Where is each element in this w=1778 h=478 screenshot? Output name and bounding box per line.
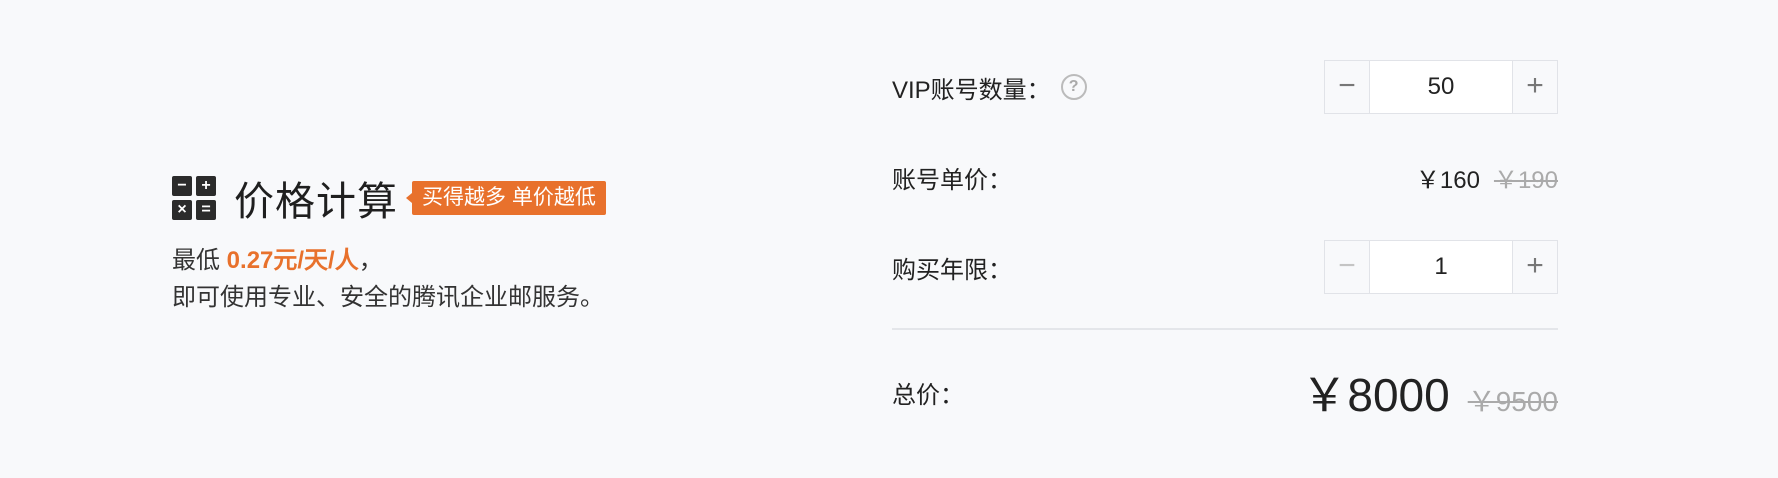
unit-price-original: ￥190 <box>1493 166 1558 194</box>
price-calculator: VIP账号数量： ? − + 账号单价： ￥160 ￥190 购买年限： − +… <box>892 60 1558 422</box>
vip-count-input[interactable] <box>1369 61 1513 113</box>
lowest-price-highlight: 0.27元/天/人 <box>226 247 359 274</box>
promo-header: − + × = 价格计算 买得越多 单价越低 <box>172 172 732 224</box>
help-icon[interactable]: ? <box>1060 74 1087 100</box>
promo-description: 最低 0.27元/天/人， 即可使用专业、安全的腾讯企业邮服务。 <box>172 242 732 316</box>
desc-suffix: ， <box>358 247 383 274</box>
vip-count-label: VIP账号数量： <box>892 76 1051 104</box>
total-price-values: ￥8000 ￥9500 <box>1301 359 1558 425</box>
vip-count-decrement-button[interactable]: − <box>1325 61 1369 113</box>
page-title: 价格计算 <box>234 180 398 224</box>
vip-count-row: VIP账号数量： ? − + <box>892 60 1558 114</box>
calculator-icon: − + × = <box>172 176 216 220</box>
calculator-equals-cell: = <box>196 200 216 220</box>
vip-count-increment-button[interactable]: + <box>1513 61 1557 113</box>
calculator-plus-cell: + <box>196 176 216 196</box>
calculator-minus-cell: − <box>172 176 192 196</box>
total-price-original: ￥9500 <box>1467 386 1558 417</box>
calculator-multiply-cell: × <box>172 200 192 220</box>
vip-count-label-wrap: VIP账号数量： ? <box>892 70 1087 105</box>
discount-tag: 买得越多 单价越低 <box>406 181 606 215</box>
years-stepper: − + <box>1324 240 1558 294</box>
years-label: 购买年限： <box>892 256 1012 284</box>
divider <box>892 328 1558 330</box>
total-label: 总价： <box>892 381 964 409</box>
years-decrement-button[interactable]: − <box>1325 241 1369 293</box>
years-row: 购买年限： − + <box>892 240 1558 294</box>
vip-count-stepper: − + <box>1324 60 1558 114</box>
unit-price-current: ￥160 <box>1415 166 1480 194</box>
unit-price-label: 账号单价： <box>892 166 1012 194</box>
price-promo: − + × = 价格计算 买得越多 单价越低 最低 0.27元/天/人， 即可使… <box>172 172 732 316</box>
total-price-current: ￥8000 <box>1301 369 1450 421</box>
years-increment-button[interactable]: + <box>1513 241 1557 293</box>
unit-price-values: ￥160 ￥190 <box>1416 160 1558 195</box>
promo-desc-line2: 即可使用专业、安全的腾讯企业邮服务。 <box>172 284 604 311</box>
promo-desc-line1: 最低 0.27元/天/人， <box>172 242 732 279</box>
desc-prefix: 最低 <box>172 247 227 274</box>
unit-price-row: 账号单价： ￥160 ￥190 <box>892 150 1558 204</box>
years-input[interactable] <box>1369 241 1513 293</box>
total-row: 总价： ￥8000 ￥9500 <box>892 362 1558 422</box>
